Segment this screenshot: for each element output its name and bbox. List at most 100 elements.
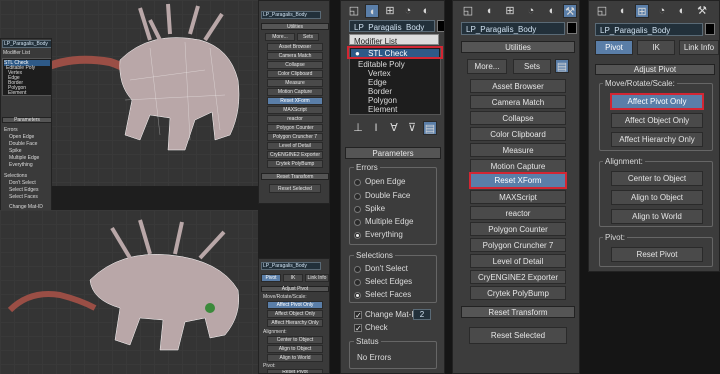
- affect-object-only-button[interactable]: Affect Object Only: [611, 113, 703, 128]
- util-polygon-counter-button[interactable]: Polygon Counter: [470, 222, 566, 236]
- tab-link-info[interactable]: Link Info: [679, 40, 719, 55]
- check-checkbox[interactable]: ✓: [354, 324, 362, 333]
- radio-spike[interactable]: [354, 206, 361, 213]
- tab-ik[interactable]: IK: [637, 40, 675, 55]
- mini-error-double-face[interactable]: Double Face: [9, 141, 37, 147]
- mini-sel-dont-select[interactable]: Don't Select: [9, 180, 36, 186]
- mini-sets-button[interactable]: Sets: [297, 33, 319, 41]
- modifier-hierarchy-icon[interactable]: ⊞: [383, 4, 397, 18]
- radio-select-faces[interactable]: [354, 292, 361, 299]
- mini-reset-pivot[interactable]: Reset Pivot: [267, 369, 323, 373]
- hier-modify-icon[interactable]: ◖: [615, 4, 629, 18]
- hier-utilities-icon[interactable]: ⚒: [695, 4, 709, 18]
- hier-create-icon[interactable]: ◱: [595, 4, 609, 18]
- mini-util-polygon-cruncher[interactable]: Polygon Cruncher 7: [267, 133, 323, 141]
- util-hierarchy-icon[interactable]: ⊞: [503, 4, 517, 18]
- stack-item-vertex[interactable]: Vertex: [368, 69, 391, 78]
- mini-adjust-pivot-rollout[interactable]: Adjust Pivot: [261, 286, 329, 292]
- mini-util-reset-xform[interactable]: Reset XForm: [267, 97, 323, 105]
- object-color-swatch[interactable]: [437, 20, 444, 32]
- change-mat-id-checkbox[interactable]: ✓: [354, 311, 362, 320]
- remove-modifier-icon[interactable]: ⊽: [405, 121, 419, 135]
- mat-id-spinner[interactable]: 2: [413, 309, 431, 320]
- mini-reset-selected-button[interactable]: Reset Selected: [269, 184, 321, 193]
- util-camera-match-button[interactable]: Camera Match: [470, 95, 566, 109]
- util-level-of-detail-button[interactable]: Level of Detail: [470, 254, 566, 268]
- util-create-icon[interactable]: ◱: [461, 4, 475, 18]
- mini-stack-element[interactable]: Element: [8, 90, 26, 96]
- mini-align-to-object[interactable]: Align to Object: [267, 345, 323, 353]
- stack-item-border[interactable]: Border: [368, 87, 392, 96]
- util-collapse-button[interactable]: Collapse: [470, 111, 566, 125]
- mini-error-multiple-edge[interactable]: Multiple Edge: [9, 155, 39, 161]
- mini-util-level-of-detail[interactable]: Level of Detail: [267, 142, 323, 150]
- mini-util-reactor[interactable]: reactor: [267, 115, 323, 123]
- more-button[interactable]: More...: [467, 59, 507, 74]
- mini-error-spike[interactable]: Spike: [9, 148, 22, 154]
- reset-selected-button[interactable]: Reset Selected: [469, 327, 567, 344]
- hier-color-swatch[interactable]: [705, 23, 715, 35]
- adjust-pivot-rollout[interactable]: Adjust Pivot: [595, 64, 715, 75]
- util-display-icon[interactable]: ◐: [545, 4, 559, 18]
- pin-stack-icon[interactable]: ⊥: [351, 121, 365, 135]
- modifier-motion-icon[interactable]: ◔: [401, 4, 415, 18]
- mini-util-collapse[interactable]: Collapse: [267, 61, 323, 69]
- mini-hier-object-name[interactable]: LP_Paragalis_Body: [261, 262, 321, 270]
- mini-util-motion-capture[interactable]: Motion Capture: [267, 88, 323, 96]
- util-modify-icon[interactable]: ◖: [482, 4, 496, 18]
- mini-sel-select-faces[interactable]: Select Faces: [9, 194, 38, 200]
- mini-affect-pivot-only[interactable]: Affect Pivot Only: [267, 301, 323, 309]
- util-motion-capture-button[interactable]: Motion Capture: [470, 159, 566, 173]
- affect-pivot-only-button[interactable]: Affect Pivot Only: [610, 93, 704, 110]
- stack-item-element[interactable]: Element: [368, 105, 397, 114]
- mini-sel-select-edges[interactable]: Select Edges: [9, 187, 38, 193]
- stack-item-polygon[interactable]: Polygon: [368, 96, 397, 105]
- reset-pivot-button[interactable]: Reset Pivot: [611, 247, 703, 262]
- mini-more-button[interactable]: More...: [265, 33, 295, 41]
- affect-hierarchy-only-button[interactable]: Affect Hierarchy Only: [611, 132, 703, 147]
- mini-center-to-object[interactable]: Center to Object: [267, 336, 323, 344]
- util-motion-icon[interactable]: ◔: [524, 4, 538, 18]
- mini-affect-hierarchy-only[interactable]: Affect Hierarchy Only: [267, 319, 323, 327]
- hier-object-name-field[interactable]: LP_Paragalis_Body: [595, 23, 703, 36]
- stack-item-edge[interactable]: Edge: [368, 78, 387, 87]
- mini-tab-link-info[interactable]: Link Info: [305, 274, 329, 282]
- align-to-world-button[interactable]: Align to World: [611, 209, 703, 224]
- hier-hierarchy-icon[interactable]: ⊞: [635, 4, 649, 18]
- mini-util-color-clipboard[interactable]: Color Clipboard: [267, 70, 323, 78]
- make-unique-icon[interactable]: ∀: [387, 121, 401, 135]
- util-color-clipboard-button[interactable]: Color Clipboard: [470, 127, 566, 141]
- tab-pivot[interactable]: Pivot: [595, 40, 633, 55]
- radio-select-edges[interactable]: [354, 279, 361, 286]
- mini-parameters-rollout[interactable]: Parameters: [2, 117, 51, 123]
- mini-align-to-world[interactable]: Align to World: [267, 354, 323, 362]
- object-name-field[interactable]: LP_Paragalis_Body: [349, 20, 435, 32]
- modifier-display-icon[interactable]: ◐: [419, 4, 433, 18]
- hier-display-icon[interactable]: ◐: [675, 4, 689, 18]
- mini-tab-pivot[interactable]: Pivot: [261, 274, 281, 282]
- hier-motion-icon[interactable]: ◔: [655, 4, 669, 18]
- align-to-object-button[interactable]: Align to Object: [611, 190, 703, 205]
- util-reset-xform-button[interactable]: Reset XForm: [469, 172, 567, 189]
- mini-error-everything[interactable]: Everything: [9, 162, 33, 168]
- stack-item-editable-poly[interactable]: Editable Poly: [358, 60, 405, 69]
- radio-double-face[interactable]: [354, 193, 361, 200]
- modifier-modify-icon[interactable]: ◖: [365, 4, 379, 18]
- util-maxscript-button[interactable]: MAXScript: [470, 190, 566, 204]
- mini-affect-object-only[interactable]: Affect Object Only: [267, 310, 323, 318]
- configure-button-sets-icon[interactable]: ▤: [555, 59, 569, 73]
- util-reactor-button[interactable]: reactor: [470, 206, 566, 220]
- mini-util-measure[interactable]: Measure: [267, 79, 323, 87]
- mini-utilities-rollout[interactable]: Utilities: [261, 23, 329, 30]
- radio-open-edge[interactable]: [354, 179, 361, 186]
- modifier-create-icon[interactable]: ◱: [347, 4, 361, 18]
- util-utilities-icon[interactable]: ⚒: [563, 4, 577, 18]
- reset-transform-rollout[interactable]: Reset Transform: [461, 306, 575, 318]
- util-polygon-cruncher-button[interactable]: Polygon Cruncher 7: [470, 238, 566, 252]
- viewport-bottom[interactable]: [0, 210, 258, 374]
- parameters-rollout[interactable]: Parameters: [345, 147, 441, 159]
- mini-modifier-list[interactable]: Modifier List: [3, 50, 30, 56]
- mini-util-crytek-polybump[interactable]: Crytek PolyBump: [267, 160, 323, 168]
- util-crytek-polybump-button[interactable]: Crytek PolyBump: [470, 286, 566, 300]
- mini-util-camera-match[interactable]: Camera Match: [267, 52, 323, 60]
